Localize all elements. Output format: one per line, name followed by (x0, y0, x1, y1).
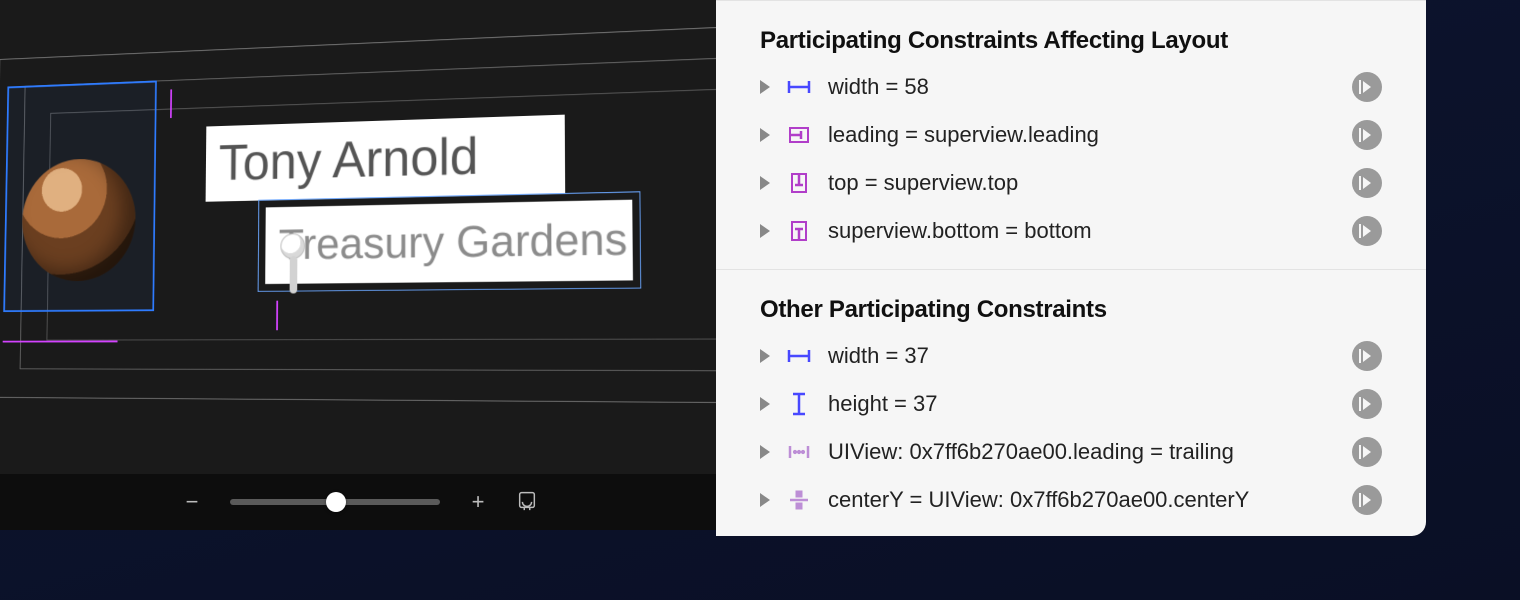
constraint-text: UIView: 0x7ff6b270ae00.leading = trailin… (828, 439, 1336, 465)
zoom-out-button[interactable]: − (178, 488, 206, 516)
constraint-row[interactable]: superview.bottom = bottom (760, 207, 1382, 255)
navigate-arrow-button[interactable] (1352, 120, 1382, 150)
width-constraint-icon (786, 343, 812, 369)
constraint-text: leading = superview.leading (828, 122, 1336, 148)
constraint-text: superview.bottom = bottom (828, 218, 1336, 244)
disclosure-triangle-icon[interactable] (760, 224, 770, 238)
top-constraint-icon (786, 170, 812, 196)
constraint-row[interactable]: top = superview.top (760, 159, 1382, 207)
constraint-row[interactable]: UIView: 0x7ff6b270ae00.leading = trailin… (760, 428, 1382, 476)
navigate-arrow-button[interactable] (1352, 485, 1382, 515)
zoom-slider[interactable] (230, 499, 440, 505)
navigate-arrow-button[interactable] (1352, 341, 1382, 371)
constraint-text: width = 58 (828, 74, 1336, 100)
leading-constraint-icon (786, 122, 812, 148)
constraints-section: Participating Constraints Affecting Layo… (716, 0, 1426, 269)
constraint-row[interactable]: leading = superview.leading (760, 111, 1382, 159)
section-title: Participating Constraints Affecting Layo… (760, 27, 1382, 55)
disclosure-triangle-icon[interactable] (760, 128, 770, 142)
width-constraint-icon (786, 74, 812, 100)
disclosure-triangle-icon[interactable] (760, 445, 770, 459)
constraint-text: centerY = UIView: 0x7ff6b270ae00.centerY (828, 487, 1336, 513)
view-debugger-canvas[interactable]: Tony Arnold Treasury Gardens (0, 0, 716, 530)
constraint-row[interactable]: centerY = UIView: 0x7ff6b270ae00.centerY (760, 476, 1382, 524)
disclosure-triangle-icon[interactable] (760, 493, 770, 507)
disclosure-triangle-icon[interactable] (760, 397, 770, 411)
zoom-in-button[interactable]: + (464, 488, 492, 516)
name-label-text: Tony Arnold (219, 126, 479, 192)
navigate-arrow-button[interactable] (1352, 389, 1382, 419)
constraint-text: height = 37 (828, 391, 1336, 417)
size-inspector-panel: Participating Constraints Affecting Layo… (716, 0, 1426, 536)
constraint-text: top = superview.top (828, 170, 1336, 196)
orient-to-fit-button[interactable] (516, 489, 538, 516)
constraint-row[interactable]: width = 58 (760, 63, 1382, 111)
navigate-arrow-button[interactable] (1352, 168, 1382, 198)
centery-constraint-icon (786, 487, 812, 513)
disclosure-triangle-icon[interactable] (760, 80, 770, 94)
constraint-row[interactable]: height = 37 (760, 380, 1382, 428)
constraints-section: Other Participating Constraints width = 3… (716, 269, 1426, 536)
disclosure-triangle-icon[interactable] (760, 176, 770, 190)
constraint-text: width = 37 (828, 343, 1336, 369)
constraint-row[interactable]: width = 37 (760, 332, 1382, 380)
canvas-toolbar: − + (0, 474, 716, 530)
navigate-arrow-button[interactable] (1352, 72, 1382, 102)
hspace-constraint-icon (786, 439, 812, 465)
navigate-arrow-button[interactable] (1352, 216, 1382, 246)
section-title: Other Participating Constraints (760, 296, 1382, 324)
bottom-constraint-icon (786, 218, 812, 244)
height-constraint-icon (786, 391, 812, 417)
navigate-arrow-button[interactable] (1352, 437, 1382, 467)
disclosure-triangle-icon[interactable] (760, 349, 770, 363)
